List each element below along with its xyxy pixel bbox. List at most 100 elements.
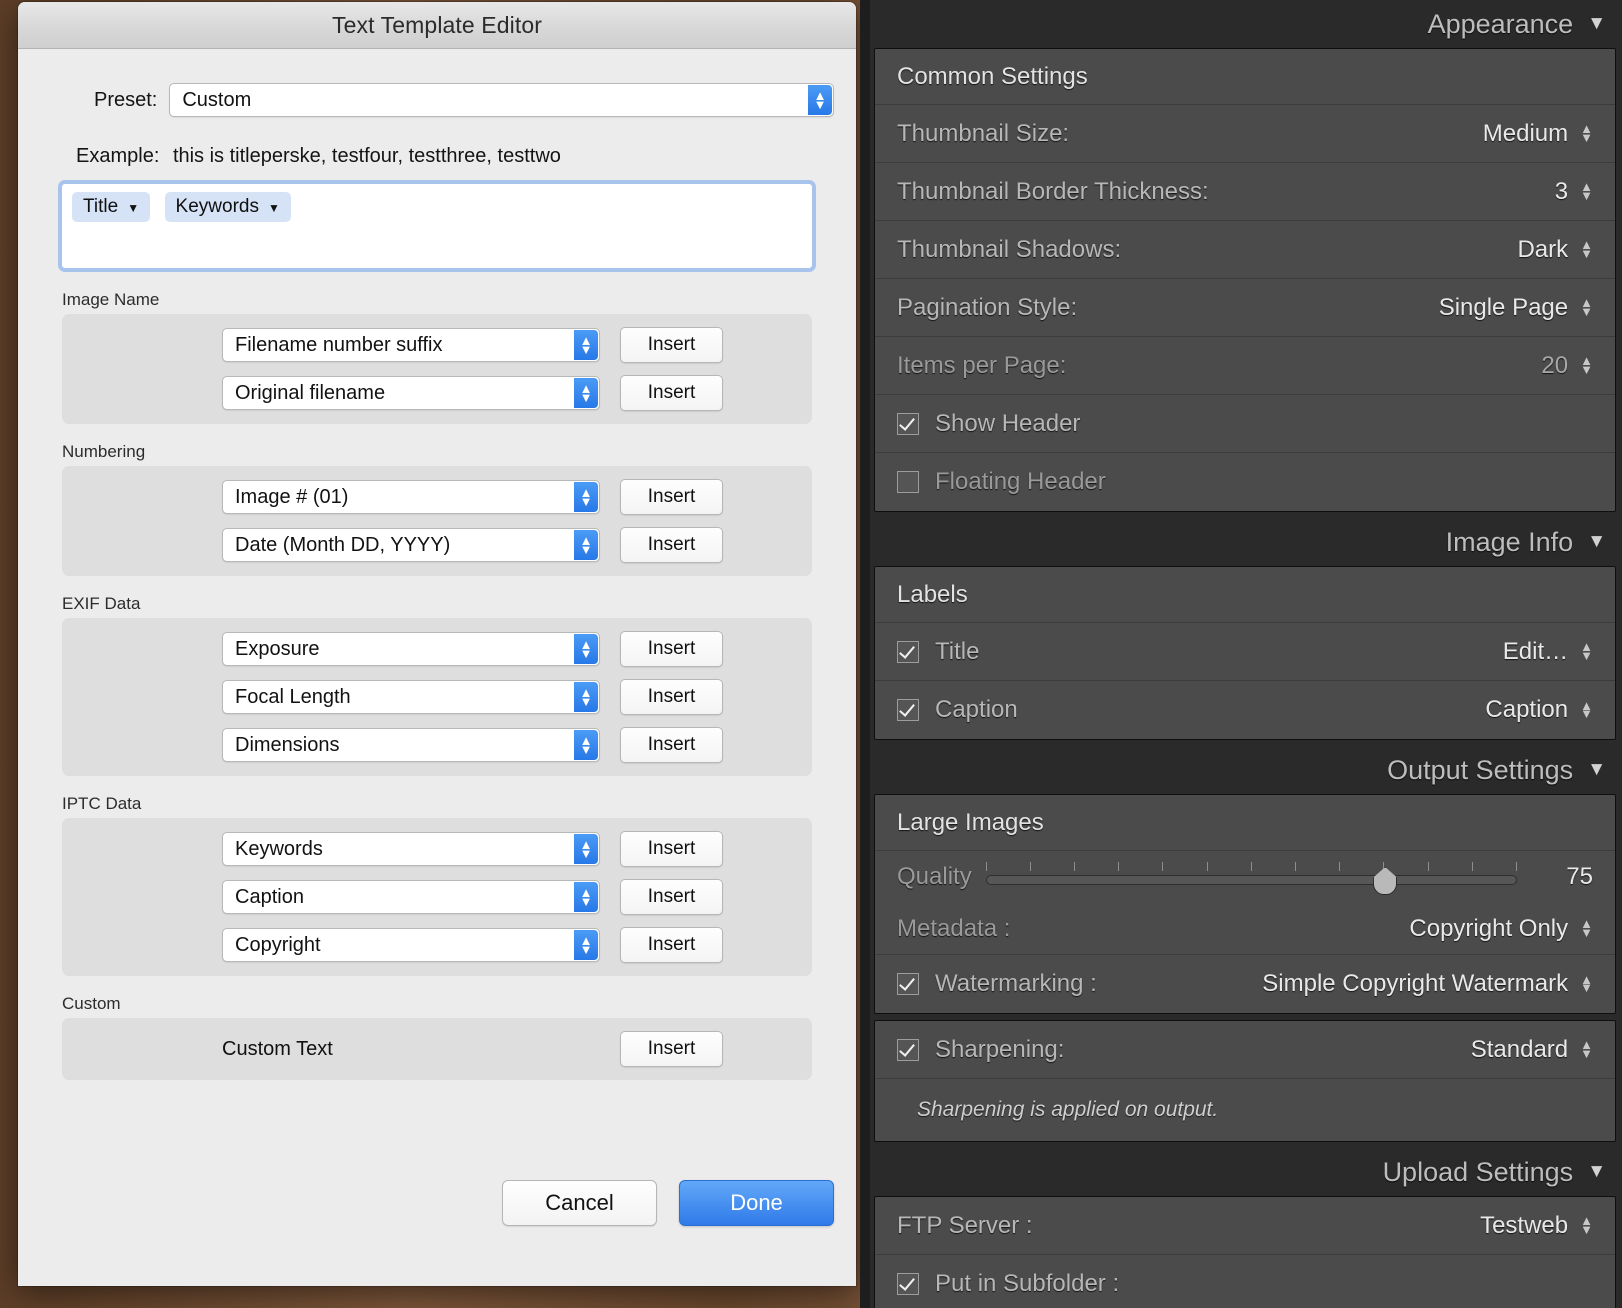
row-label: Put in Subfolder : — [935, 1270, 1120, 1297]
insert-button[interactable]: Insert — [620, 831, 723, 867]
token-title[interactable]: Title ▼ — [72, 192, 151, 222]
checkbox-floating-header[interactable] — [897, 471, 919, 493]
chevron-updown-icon[interactable]: ▲ ▼ — [574, 330, 598, 360]
image-name-select-1[interactable]: Filename number suffix ▲ ▼ — [222, 328, 600, 362]
insert-button[interactable]: Insert — [620, 631, 723, 667]
insert-button[interactable]: Insert — [620, 479, 723, 515]
insert-button[interactable]: Insert — [620, 1031, 723, 1067]
panel-header-appearance[interactable]: Appearance ▼ — [860, 0, 1622, 48]
group-box: Filename number suffix ▲ ▼ Insert Origina… — [62, 314, 812, 424]
row-ftp-server[interactable]: FTP Server : Testweb ▲ ▼ — [875, 1197, 1615, 1255]
panel-header-output-settings[interactable]: Output Settings ▼ — [860, 746, 1622, 794]
chevron-updown-icon[interactable]: ▲ ▼ — [574, 834, 598, 864]
row-thumbnail-size[interactable]: Thumbnail Size: Medium ▲ ▼ — [875, 105, 1615, 163]
iptc-select-2[interactable]: Caption ▲ ▼ — [222, 880, 600, 914]
chevron-updown-icon[interactable]: ▲ ▼ — [574, 378, 598, 408]
stepper-icon[interactable]: ▲ ▼ — [1580, 296, 1593, 317]
preset-select[interactable]: Custom ▲ ▼ — [169, 83, 834, 117]
triangle-down-icon[interactable]: ▼ — [1587, 531, 1606, 553]
row-thumbnail-shadows[interactable]: Thumbnail Shadows: Dark ▲ ▼ — [875, 221, 1615, 279]
done-button[interactable]: Done — [679, 1180, 834, 1226]
insert-button[interactable]: Insert — [620, 727, 723, 763]
triangle-down-icon[interactable]: ▼ — [1587, 13, 1606, 35]
checkbox-put-in-subfolder[interactable] — [897, 1273, 919, 1295]
chevron-updown-icon[interactable]: ▲ ▼ — [574, 730, 598, 760]
chevron-updown-icon[interactable]: ▲ ▼ — [574, 482, 598, 512]
row-label-title[interactable]: Title Edit… ▲ ▼ — [875, 623, 1615, 681]
stepper-icon[interactable]: ▲ ▼ — [1580, 180, 1593, 201]
row-watermarking[interactable]: Watermarking : Simple Copyright Watermar… — [875, 955, 1615, 1013]
token-editor[interactable]: Title ▼ Keywords ▼ — [58, 180, 816, 272]
exif-select-1[interactable]: Exposure ▲ ▼ — [222, 632, 600, 666]
chevron-updown-icon[interactable]: ▲ ▼ — [574, 930, 598, 960]
row-floating-header[interactable]: Floating Header — [875, 453, 1615, 511]
stepper-icon[interactable]: ▲ ▼ — [1580, 1038, 1593, 1059]
iptc-select-1[interactable]: Keywords ▲ ▼ — [222, 832, 600, 866]
checkbox-show-header[interactable] — [897, 412, 919, 435]
insert-button[interactable]: Insert — [620, 375, 723, 411]
stepper-icon[interactable]: ▲ ▼ — [1580, 238, 1593, 259]
stepper-icon[interactable]: ▲ ▼ — [1580, 917, 1593, 938]
quality-slider[interactable] — [985, 857, 1517, 897]
row-put-in-subfolder[interactable]: Put in Subfolder : — [875, 1255, 1615, 1308]
exif-select-2[interactable]: Focal Length ▲ ▼ — [222, 680, 600, 714]
stepper-icon[interactable]: ▲ ▼ — [1580, 1214, 1593, 1235]
stepper-icon[interactable]: ▲ ▼ — [1580, 699, 1593, 720]
cancel-button[interactable]: Cancel — [502, 1180, 657, 1226]
chevron-updown-icon[interactable]: ▲ ▼ — [574, 530, 598, 560]
row-thumbnail-border-thickness[interactable]: Thumbnail Border Thickness: 3 ▲ ▼ — [875, 163, 1615, 221]
chevron-updown-icon[interactable]: ▲ ▼ — [574, 682, 598, 712]
insert-button[interactable]: Insert — [620, 927, 723, 963]
chevron-updown-icon[interactable]: ▲ ▼ — [574, 634, 598, 664]
panel-header-upload-settings[interactable]: Upload Settings ▼ — [860, 1148, 1622, 1196]
chevron-updown-icon[interactable]: ▲ ▼ — [574, 882, 598, 912]
triangle-down-icon[interactable]: ▼ — [1587, 759, 1606, 781]
insert-button[interactable]: Insert — [620, 327, 723, 363]
row-show-header[interactable]: Show Header — [875, 395, 1615, 453]
stepper-icon[interactable]: ▲ ▼ — [1580, 640, 1593, 661]
appearance-section-title-row: Common Settings — [875, 49, 1615, 105]
numbering-select-2[interactable]: Date (Month DD, YYYY) ▲ ▼ — [222, 528, 600, 562]
group-title: Numbering — [62, 442, 146, 461]
custom-text-label: Custom Text — [222, 1037, 333, 1060]
checkbox-caption[interactable] — [897, 699, 919, 721]
panel-scrollbar[interactable] — [860, 0, 870, 1308]
triangle-down-icon[interactable]: ▼ — [1587, 1161, 1606, 1183]
stepper-icon[interactable]: ▲ ▼ — [1580, 354, 1593, 375]
chevron-updown-icon[interactable]: ▲ ▼ — [808, 85, 832, 115]
token-row: Filename number suffix ▲ ▼ Insert — [62, 327, 812, 363]
numbering-select-1[interactable]: Image # (01) ▲ ▼ — [222, 480, 600, 514]
row-label-caption[interactable]: Caption Caption ▲ ▼ — [875, 681, 1615, 739]
row-value: Edit… — [1502, 637, 1569, 665]
checkbox-sharpening[interactable] — [897, 1038, 919, 1061]
stepper-icon[interactable]: ▲ ▼ — [1580, 122, 1593, 143]
insert-button[interactable]: Insert — [620, 679, 723, 715]
custom-text-row: Custom Text Insert — [62, 1031, 812, 1067]
token-row: Date (Month DD, YYYY) ▲ ▼ Insert — [62, 527, 812, 563]
checkbox-title[interactable] — [897, 640, 919, 663]
row-metadata[interactable]: Metadata : Copyright Only ▲ ▼ — [875, 903, 1615, 955]
panel-header-image-info[interactable]: Image Info ▼ — [860, 518, 1622, 566]
chevron-down-icon[interactable]: ▼ — [127, 201, 139, 215]
stepper-icon[interactable]: ▲ ▼ — [1580, 973, 1593, 994]
slider-track[interactable] — [985, 875, 1517, 885]
group-box: Keywords ▲ ▼ Insert Caption ▲ ▼ Insert C… — [62, 818, 812, 976]
checkbox-watermarking[interactable] — [897, 973, 919, 995]
row-quality[interactable]: Quality 75 — [875, 851, 1615, 903]
row-sharpening[interactable]: Sharpening: Standard ▲ ▼ — [875, 1021, 1615, 1079]
token-row: Image # (01) ▲ ▼ Insert — [62, 479, 812, 515]
token-keywords[interactable]: Keywords ▼ — [164, 192, 291, 222]
panel-header-label: Upload Settings — [1382, 1156, 1574, 1187]
insert-button[interactable]: Insert — [620, 879, 723, 915]
insert-button[interactable]: Insert — [620, 527, 723, 563]
slider-thumb[interactable] — [1373, 867, 1398, 895]
token-row: Copyright ▲ ▼ Insert — [62, 927, 812, 963]
chevron-down-icon[interactable]: ▼ — [268, 201, 280, 215]
iptc-select-3[interactable]: Copyright ▲ ▼ — [222, 928, 600, 962]
row-label: Items per Page: — [897, 351, 1067, 379]
exif-select-3[interactable]: Dimensions ▲ ▼ — [222, 728, 600, 762]
image-name-select-2[interactable]: Original filename ▲ ▼ — [222, 376, 600, 410]
row-label: Caption — [935, 696, 1018, 723]
row-pagination-style[interactable]: Pagination Style: Single Page ▲ ▼ — [875, 279, 1615, 337]
row-items-per-page[interactable]: Items per Page: 20 ▲ ▼ — [875, 337, 1615, 395]
